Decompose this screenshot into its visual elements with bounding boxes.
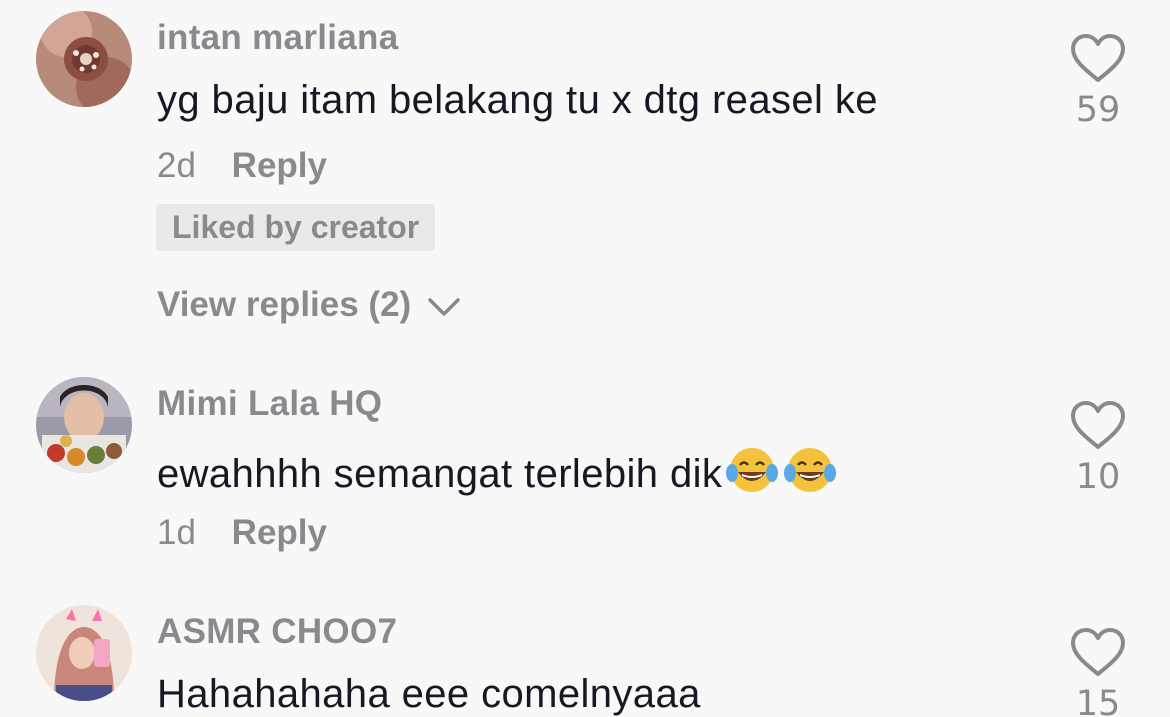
- avatar[interactable]: [36, 377, 132, 473]
- hijab-selfie-avatar: [36, 605, 132, 701]
- avatar[interactable]: [36, 11, 132, 107]
- chevron-down-icon: [428, 298, 460, 316]
- heart-icon: [1071, 628, 1125, 676]
- comment-text: Hahahahaha eee comelnyaaa: [157, 672, 701, 716]
- like-button[interactable]: 10: [1060, 401, 1136, 497]
- flower-bouquet-avatar: [36, 11, 132, 107]
- comment-text-content: ewahhhh semangat terlebih dik: [157, 452, 723, 496]
- comment-text: ewahhhh semangat terlebih dik: [157, 445, 838, 505]
- tears-of-joy-emoji: [724, 445, 780, 505]
- heart-icon: [1071, 401, 1125, 449]
- comments-list: intan marliana yg baju itam belakang tu …: [0, 0, 1170, 717]
- comment-time: 2d: [157, 146, 196, 185]
- comment-text: yg baju itam belakang tu x dtg reasel ke: [157, 78, 878, 122]
- comment-username[interactable]: Mimi Lala HQ: [157, 384, 382, 424]
- like-count: 59: [1075, 90, 1121, 130]
- comment-time: 1d: [157, 513, 196, 552]
- like-button[interactable]: 59: [1060, 34, 1136, 130]
- avatar[interactable]: [36, 605, 132, 701]
- woman-with-spices-avatar: [36, 377, 132, 473]
- view-replies-label: View replies (2): [157, 285, 412, 324]
- comment-username[interactable]: intan marliana: [157, 18, 399, 58]
- liked-by-creator-badge: Liked by creator: [156, 204, 436, 251]
- reply-button[interactable]: Reply: [232, 513, 327, 552]
- heart-icon: [1071, 34, 1125, 82]
- view-replies-button[interactable]: View replies (2): [157, 285, 461, 325]
- like-count: 10: [1075, 457, 1121, 497]
- comment-meta: 1d Reply: [157, 513, 327, 553]
- reply-button[interactable]: Reply: [232, 146, 327, 185]
- like-button[interactable]: 15: [1060, 628, 1136, 717]
- tears-of-joy-emoji: [782, 445, 838, 505]
- like-count: 15: [1075, 684, 1121, 717]
- comment-username[interactable]: ASMR CHOO7: [157, 612, 397, 652]
- comment-meta: 2d Reply: [157, 146, 327, 186]
